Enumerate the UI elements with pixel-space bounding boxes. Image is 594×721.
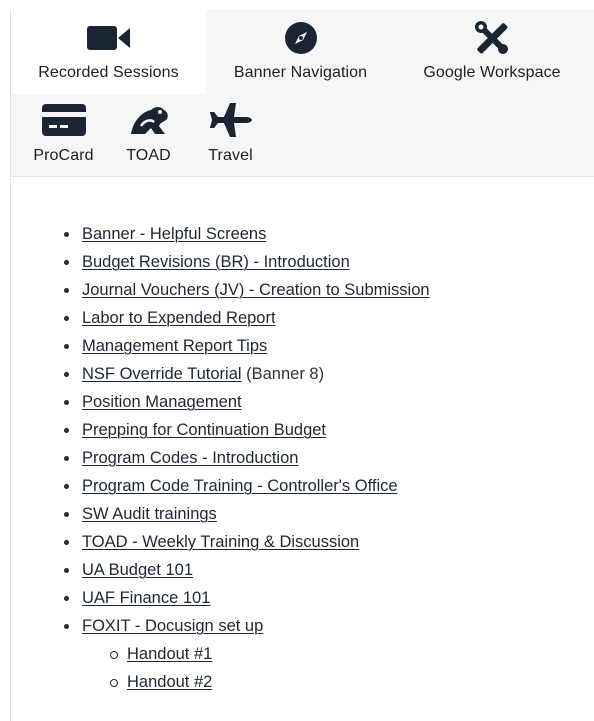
list-item: Labor to Expended Report [58, 308, 430, 336]
link-journal-vouchers[interactable]: Journal Vouchers (JV) - Creation to Subm… [82, 281, 430, 299]
credit-card-icon [41, 102, 86, 138]
tools-icon [470, 20, 514, 56]
list-item: Position Management [58, 392, 430, 420]
link-toad-weekly-training[interactable]: TOAD - Weekly Training & Discussion [82, 533, 359, 551]
session-links-list: Banner - Helpful Screens Budget Revision… [58, 224, 430, 691]
sub-list-item: Handout #2 [105, 672, 212, 700]
link-handout-2[interactable]: Handout #2 [127, 673, 212, 691]
tab-label: Banner Navigation [233, 64, 368, 81]
link-program-codes-introduction[interactable]: Program Codes - Introduction [82, 449, 298, 467]
link-sw-audit-trainings[interactable]: SW Audit trainings [82, 505, 217, 523]
list-item: Budget Revisions (BR) - Introduction [58, 252, 430, 280]
tab-label: ProCard [33, 147, 94, 164]
tab-travel[interactable]: Travel [193, 94, 268, 176]
tab-toad[interactable]: TOAD [114, 94, 183, 176]
list-item: Banner - Helpful Screens [58, 224, 430, 252]
tab-procard[interactable]: ProCard [21, 94, 106, 176]
list-item: Journal Vouchers (JV) - Creation to Subm… [58, 280, 430, 308]
link-uaf-finance-101[interactable]: UAF Finance 101 [82, 589, 210, 607]
list-item: NSF Override Tutorial (Banner 8) [58, 364, 430, 392]
list-item: Management Report Tips [58, 336, 430, 364]
tab-label: Travel [208, 147, 253, 164]
tab-panel-recorded-sessions: Banner - Helpful Screens Budget Revision… [11, 177, 594, 721]
handout-sublist: Handout #1 Handout #2 [105, 644, 212, 700]
link-labor-to-expended-report[interactable]: Labor to Expended Report [82, 309, 276, 327]
link-prepping-continuation-budget[interactable]: Prepping for Continuation Budget [82, 421, 326, 439]
list-item: Prepping for Continuation Budget [58, 420, 430, 448]
list-item: Program Code Training - Controller's Off… [58, 476, 430, 504]
list-item: FOXIT - Docusign set up Handout #1 Hando… [58, 616, 430, 691]
list-item: UA Budget 101 [58, 560, 430, 588]
list-item: UAF Finance 101 [58, 588, 430, 616]
link-program-code-training[interactable]: Program Code Training - Controller's Off… [82, 477, 398, 495]
link-banner-helpful-screens[interactable]: Banner - Helpful Screens [82, 225, 266, 243]
tab-label: Recorded Sessions [38, 64, 179, 81]
link-nsf-override-tutorial[interactable]: NSF Override Tutorial [82, 365, 242, 383]
tab-recorded-sessions[interactable]: Recorded Sessions [11, 10, 206, 94]
tab-label: Google Workspace [423, 64, 561, 81]
airplane-icon [209, 102, 253, 138]
video-camera-icon [86, 20, 131, 56]
tab-label: TOAD [126, 147, 171, 164]
list-item: SW Audit trainings [58, 504, 430, 532]
tab-google-workspace[interactable]: Google Workspace [395, 10, 589, 94]
link-position-management[interactable]: Position Management [82, 393, 242, 411]
tab-banner-navigation[interactable]: Banner Navigation [206, 10, 395, 94]
link-management-report-tips[interactable]: Management Report Tips [82, 337, 267, 355]
link-note: (Banner 8) [241, 365, 325, 383]
link-ua-budget-101[interactable]: UA Budget 101 [82, 561, 193, 579]
frog-icon [127, 102, 171, 138]
link-handout-1[interactable]: Handout #1 [127, 645, 212, 663]
link-foxit-docusign[interactable]: FOXIT - Docusign set up [82, 617, 263, 635]
tab-bar: Recorded Sessions Banner Navigation Goog… [11, 10, 594, 177]
list-item: Program Codes - Introduction [58, 448, 430, 476]
list-item: TOAD - Weekly Training & Discussion [58, 532, 430, 560]
link-budget-revisions[interactable]: Budget Revisions (BR) - Introduction [82, 253, 350, 271]
sub-list-item: Handout #1 [105, 644, 212, 672]
compass-icon [279, 20, 323, 56]
